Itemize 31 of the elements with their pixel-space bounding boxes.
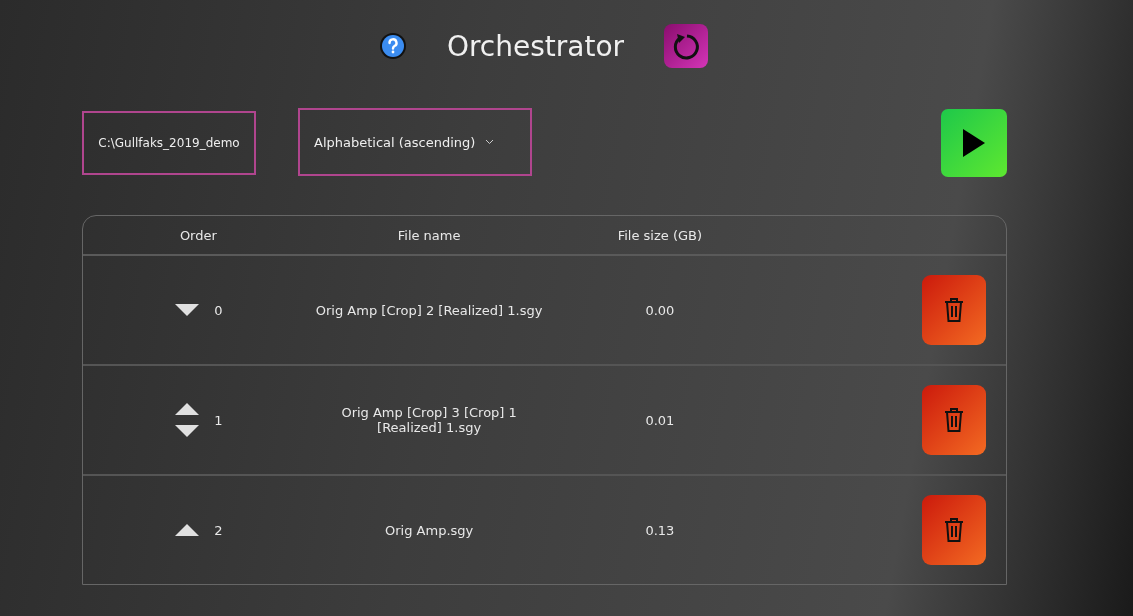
run-button[interactable] — [941, 109, 1007, 177]
column-header: File name — [397, 227, 461, 243]
column-header: File size (GB) — [617, 227, 703, 243]
order-number: 1 — [214, 412, 223, 428]
trash-icon — [944, 408, 964, 432]
app-title: Orchestrator — [446, 29, 625, 63]
move-up-button[interactable] — [174, 523, 201, 537]
file-size-cell: 0.00 — [645, 302, 675, 318]
folder-path-field[interactable]: C:\Gullfaks_2019_demo — [82, 111, 256, 175]
file-name-cell: Orig Amp.sgy — [385, 522, 474, 538]
file-name-cell-text: Orig Amp [Crop] 3 [Crop] 1 [Realized] 1.sgy — [340, 405, 518, 435]
delete-button[interactable] — [922, 275, 986, 345]
delete-button[interactable] — [922, 385, 986, 455]
chevron-down-icon — [485, 139, 495, 145]
column-header: Order — [179, 227, 217, 243]
reset-button[interactable] — [664, 24, 709, 68]
sort-dropdown[interactable]: Alphabetical (ascending) — [298, 108, 532, 176]
file-size-cell: 0.13 — [645, 522, 675, 538]
file-size-cell: 0.01 — [645, 412, 675, 428]
order-number: 2 — [214, 522, 223, 538]
refresh-icon — [671, 31, 702, 61]
order-number: 0 — [214, 302, 223, 318]
move-up-button[interactable] — [174, 402, 201, 416]
play-icon — [961, 127, 987, 159]
delete-button[interactable] — [922, 495, 986, 565]
help-icon[interactable] — [378, 32, 407, 60]
move-down-button[interactable] — [174, 303, 201, 317]
trash-icon — [944, 518, 964, 542]
trash-icon — [944, 298, 964, 322]
file-name-cell: Orig Amp [Crop] 2 [Realized] 1.sgy — [315, 302, 543, 318]
move-down-button[interactable] — [174, 424, 201, 438]
